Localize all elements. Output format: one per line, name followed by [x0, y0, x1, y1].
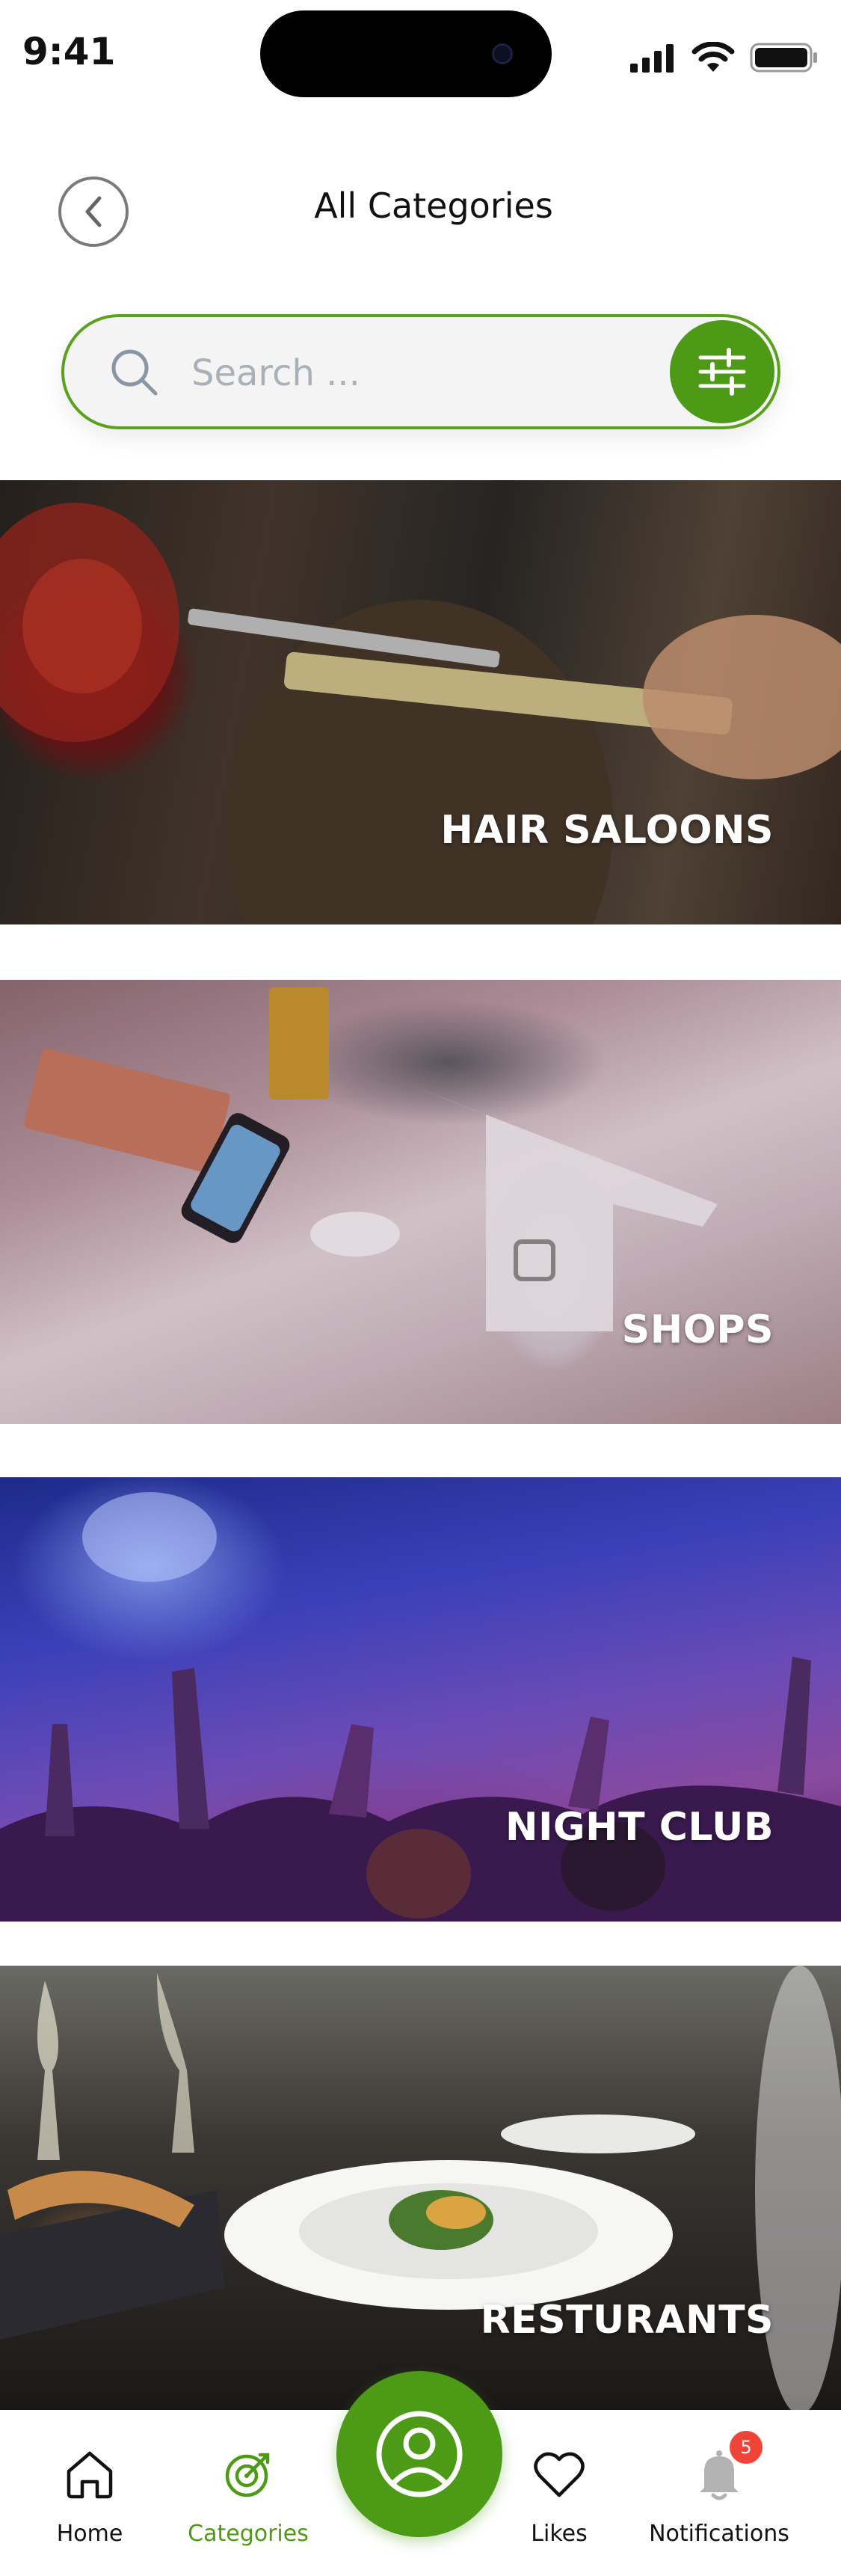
night-club-photo: [0, 1492, 841, 1922]
header: All Categories: [0, 120, 841, 299]
search-bar: [61, 314, 780, 429]
nav-label: Categories: [188, 2521, 309, 2547]
category-card-restaurants[interactable]: RESTURANTS: [0, 1966, 841, 2414]
dynamic-island: [260, 10, 552, 97]
camera-dot: [492, 43, 513, 64]
wifi-icon: [691, 42, 735, 72]
category-card-shops[interactable]: SHOPS: [0, 980, 841, 1424]
category-label: RESTURANTS: [480, 2298, 774, 2343]
status-icons: [629, 39, 819, 76]
nav-home[interactable]: Home: [15, 2410, 164, 2576]
categories-icon: [225, 2453, 270, 2497]
sliders-icon: [698, 348, 746, 396]
nav-label: Notifications: [649, 2521, 789, 2547]
status-bar: 9:41: [0, 0, 841, 112]
profile-button[interactable]: [336, 2371, 502, 2537]
signal-icon: [630, 44, 674, 73]
category-label: HAIR SALOONS: [440, 808, 774, 853]
search-icon: [111, 349, 158, 396]
nav-notifications[interactable]: 5 Notifications: [644, 2410, 794, 2576]
nav-likes[interactable]: Likes: [484, 2410, 634, 2576]
all-categories-screen: 9:41 All Categories Search ... HAIR SALO…: [0, 0, 841, 2576]
category-label: SHOPS: [621, 1307, 774, 1352]
restaurant-photo: [0, 1966, 841, 2414]
home-icon: [67, 2451, 113, 2499]
notification-badge: 5: [730, 2431, 763, 2464]
heart-icon: [534, 2452, 585, 2497]
profile-icon: [376, 2411, 463, 2497]
category-card-night-club[interactable]: NIGHT CLUB: [0, 1477, 841, 1922]
battery-icon: [750, 43, 817, 73]
page-title: All Categories: [314, 185, 553, 226]
nav-categories[interactable]: Categories: [173, 2410, 323, 2576]
shops-photo: [0, 980, 841, 1424]
search-input[interactable]: [191, 347, 640, 399]
category-label: NIGHT CLUB: [505, 1805, 774, 1850]
category-card-hair-saloons[interactable]: HAIR SALOONS: [0, 480, 841, 924]
bottom-navigation: Home Categories Likes 5 Notifications: [0, 2371, 841, 2576]
status-time: 9:41: [22, 30, 116, 73]
nav-label: Home: [56, 2521, 123, 2547]
filter-button[interactable]: [670, 320, 774, 423]
nav-label: Likes: [531, 2521, 588, 2547]
hair-saloon-photo: [0, 480, 841, 924]
